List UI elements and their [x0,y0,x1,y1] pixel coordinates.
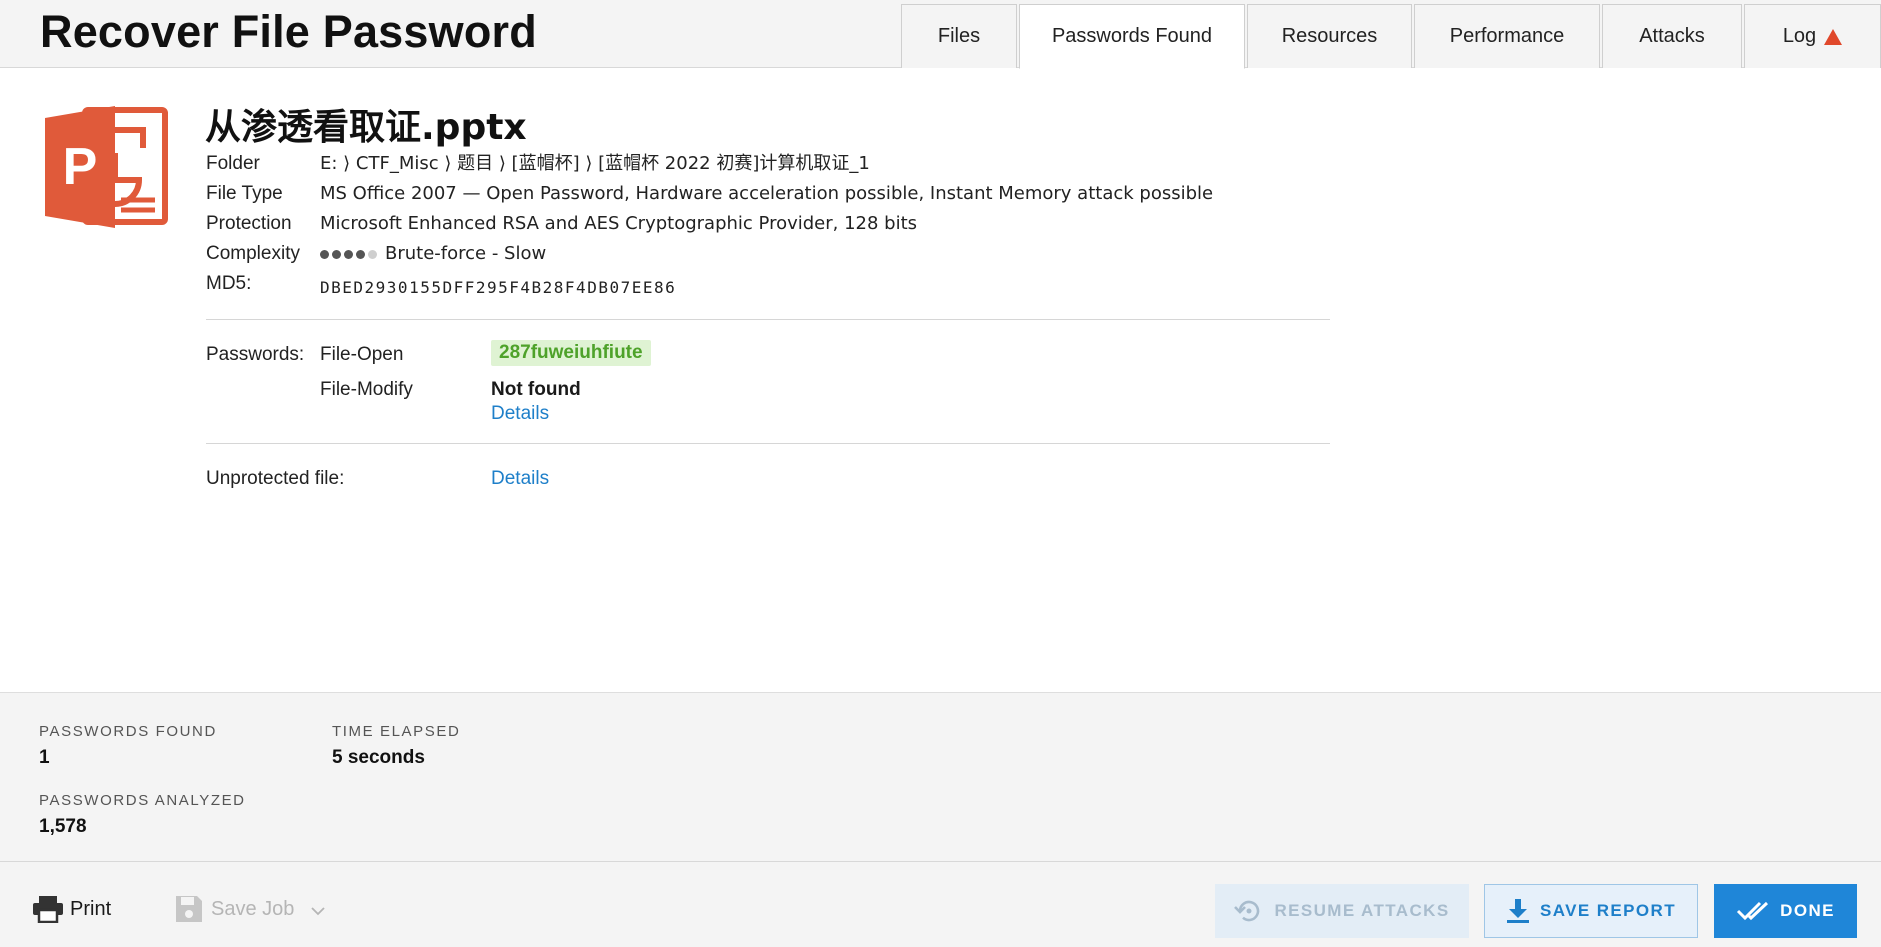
chevron-down-icon[interactable] [310,906,326,916]
resume-attacks-button[interactable]: RESUME ATTACKS [1215,884,1469,938]
complexity-text: Brute-force - Slow [385,243,547,264]
done-button[interactable]: DONE [1714,884,1857,938]
complexity-dot [368,249,377,259]
complexity-value: Brute-force - Slow [320,240,546,268]
md5-label: MD5: [206,273,252,294]
tab-label: Passwords Found [1051,25,1213,47]
complexity-meter [320,249,377,259]
footer-bar: Print Save Job RESUME ATTACKS SAVE REPOR… [0,862,1881,947]
protection-label: Protection [206,213,292,234]
protection-value: Microsoft Enhanced RSA and AES Cryptogra… [320,213,918,234]
resume-attacks-label: RESUME ATTACKS [1274,901,1450,920]
time-elapsed-value: 5 seconds [332,747,425,768]
complexity-dot [320,249,329,259]
resume-icon [1234,900,1260,922]
divider [206,319,1330,320]
complexity-dot [356,249,365,259]
filetype-value: MS Office 2007 — Open Password, Hardware… [320,183,1214,204]
password-details-link[interactable]: Details [491,403,549,425]
complexity-dot [344,249,353,259]
complexity-label: Complexity [206,243,300,264]
md5-value[interactable]: DBED2930155DFF295F4B28F4DB07EE86 [320,274,676,302]
tab-label: Attacks [1639,25,1705,47]
passwords-found-value: 1 [39,747,50,768]
printer-icon [33,896,63,923]
tab-files[interactable]: Files [901,4,1017,68]
tab-label: Files [937,25,981,47]
floppy-disk-icon [176,896,202,922]
unprotected-file-label: Unprotected file: [206,468,345,489]
warning-icon [1824,28,1843,45]
download-icon [1507,899,1529,923]
tab-bar: Files Passwords Found Resources Performa… [899,4,1881,69]
passwords-analyzed-value: 1,578 [39,816,87,837]
print-label: Print [70,897,112,920]
passwords-label: Passwords: [206,344,305,365]
svg-text:P: P [63,138,98,196]
app-title: Recover File Password [40,6,537,57]
file-open-password[interactable]: 287fuweiuhfiute [491,340,651,366]
tab-label: Log [1782,25,1817,47]
file-modify-status: Not found [491,379,581,400]
complexity-dot [332,249,341,259]
divider [206,443,1330,444]
unprotected-details-link[interactable]: Details [491,468,549,490]
save-job-button[interactable]: Save Job [175,895,326,923]
powerpoint-icon: P [45,106,168,228]
tab-resources[interactable]: Resources [1247,4,1412,68]
tab-performance[interactable]: Performance [1414,4,1600,68]
print-button[interactable]: Print [32,895,111,923]
time-elapsed-label: TIME ELAPSED [332,723,461,740]
tab-passwords-found[interactable]: Passwords Found [1019,4,1245,69]
tab-log[interactable]: Log [1744,4,1881,68]
stats-panel: PASSWORDS FOUND 1 TIME ELAPSED 5 seconds… [0,692,1881,862]
file-name: 从渗透看取证.pptx [205,107,527,148]
filetype-label: File Type [206,183,283,204]
tab-label: Performance [1449,25,1565,47]
file-modify-label: File-Modify [320,379,413,400]
folder-label: Folder [206,153,260,174]
folder-path[interactable]: E: ⟩ CTF_Misc ⟩ 题目 ⟩ [蓝帽杯] ⟩ [蓝帽杯 2022 初… [320,150,870,178]
header-bar: Recover File Password Files Passwords Fo… [0,0,1881,69]
save-report-label: SAVE REPORT [1540,901,1676,920]
file-open-label: File-Open [320,344,404,365]
save-report-button[interactable]: SAVE REPORT [1484,884,1698,938]
passwords-found-label: PASSWORDS FOUND [39,723,217,740]
tab-attacks[interactable]: Attacks [1602,4,1742,68]
passwords-analyzed-label: PASSWORDS ANALYZED [39,792,246,809]
tab-label: Resources [1281,25,1378,47]
save-job-label: Save Job [211,897,295,920]
double-check-icon [1737,901,1769,921]
done-label: DONE [1780,901,1835,920]
